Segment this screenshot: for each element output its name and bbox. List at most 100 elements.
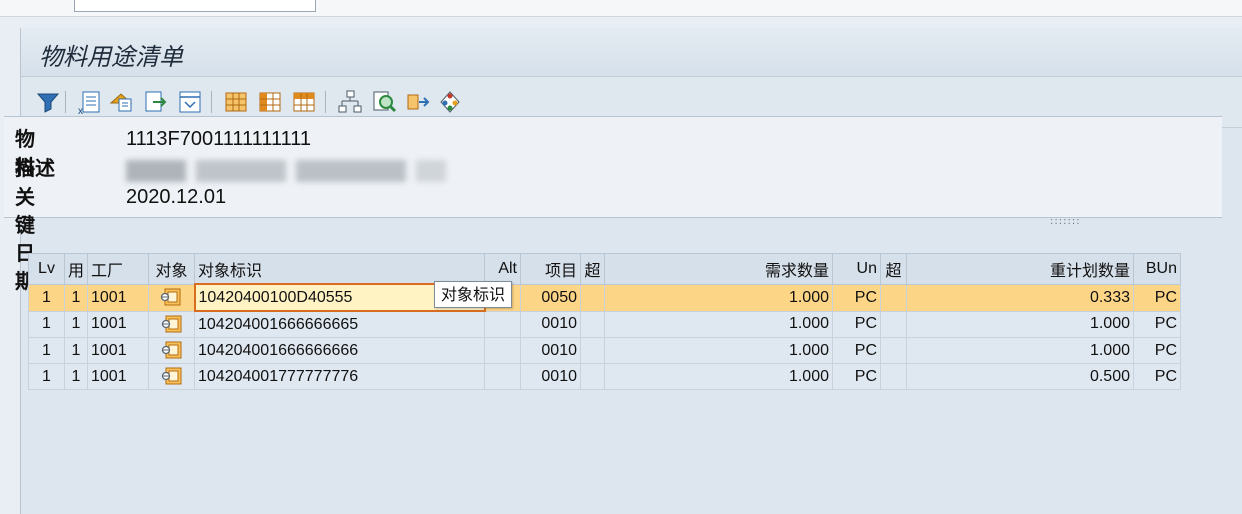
bom-object-icon[interactable] xyxy=(161,341,183,359)
cell-alt[interactable] xyxy=(484,310,521,338)
cell-alt[interactable] xyxy=(484,363,521,390)
cell-object[interactable] xyxy=(148,310,195,338)
cell-over[interactable] xyxy=(580,337,605,364)
cell-object[interactable] xyxy=(148,337,195,364)
cell-over-2[interactable] xyxy=(880,310,907,338)
command-field[interactable] xyxy=(74,0,316,12)
title-bar: 物料用途清单 xyxy=(21,28,1242,77)
column-header-plant[interactable]: 工厂 xyxy=(87,253,149,285)
cell-base-unit[interactable]: PC xyxy=(1133,363,1181,390)
cell-plan-qty[interactable]: 0.333 xyxy=(906,283,1134,312)
cell-object-id[interactable]: 104204001666666666 xyxy=(194,337,485,364)
cell-req-qty[interactable]: 1.000 xyxy=(604,337,833,364)
cell-object-id[interactable]: 104204001666666665 xyxy=(194,310,485,338)
cell-over-2[interactable] xyxy=(880,363,907,390)
cell-base-unit[interactable]: PC xyxy=(1133,283,1181,312)
cell-plan-qty[interactable]: 1.000 xyxy=(906,310,1134,338)
description-label: 描述 xyxy=(15,156,55,180)
column-header-plan-qty[interactable]: 重计划数量 xyxy=(906,253,1134,285)
bom-object-icon[interactable] xyxy=(161,315,183,333)
subtotal-icon[interactable]: x xyxy=(77,89,103,115)
cell-over-2[interactable] xyxy=(880,283,907,312)
cell-plan-qty[interactable]: 1.000 xyxy=(906,337,1134,364)
cell-over[interactable] xyxy=(580,283,605,312)
splitter-handle[interactable]: ::::::: xyxy=(1050,216,1081,227)
transfer-icon[interactable] xyxy=(109,89,135,115)
description-row: 描述 xyxy=(15,154,515,182)
cell-unit[interactable]: PC xyxy=(832,283,881,312)
system-toolbar-strip xyxy=(0,0,1242,17)
description-value-redacted xyxy=(126,160,466,182)
cell-plant[interactable]: 1001 xyxy=(87,283,149,312)
column-header-base-unit[interactable]: BUn xyxy=(1133,253,1181,285)
hierarchy-icon[interactable] xyxy=(337,89,363,115)
export-icon[interactable] xyxy=(143,89,169,115)
material-value: 1113F7001111111111 xyxy=(126,128,311,150)
column-header-req-qty[interactable]: 需求数量 xyxy=(604,253,833,285)
cell-unit[interactable]: PC xyxy=(832,310,881,338)
columns-icon[interactable] xyxy=(257,89,283,115)
cell-object[interactable] xyxy=(148,363,195,390)
cell-unit[interactable]: PC xyxy=(832,337,881,364)
where-used-grid: Lv 用 工厂 对象 对象标识 Alt 项目 超 需求数量 Un 超 重计划数量… xyxy=(28,253,1181,390)
explode-icon[interactable] xyxy=(405,89,431,115)
toolbar-separator xyxy=(325,91,326,113)
column-header-over[interactable]: 超 xyxy=(580,253,605,285)
grid-header-row: Lv 用 工厂 对象 对象标识 Alt 项目 超 需求数量 Un 超 重计划数量… xyxy=(28,253,1181,285)
filter-icon[interactable] xyxy=(35,89,61,115)
cell-use[interactable]: 1 xyxy=(64,337,88,364)
column-header-unit[interactable]: Un xyxy=(832,253,881,285)
cell-item[interactable]: 0050 xyxy=(520,283,581,312)
graphic-icon[interactable] xyxy=(437,89,463,115)
where-used-search-icon[interactable] xyxy=(371,89,397,115)
cell-unit[interactable]: PC xyxy=(832,363,881,390)
column-header-item[interactable]: 项目 xyxy=(520,253,581,285)
cell-alt[interactable] xyxy=(484,337,521,364)
page-title: 物料用途清单 xyxy=(39,43,183,71)
table-row[interactable]: 1 1 1001 104204001777777776 0010 1.000 PC 0.500… xyxy=(28,363,1181,390)
column-header-use[interactable]: 用 xyxy=(64,253,88,285)
keydate-value: 2020.12.01 xyxy=(126,186,227,208)
cell-plant[interactable]: 1001 xyxy=(87,363,149,390)
cell-lv[interactable]: 1 xyxy=(28,337,65,364)
layout-icon[interactable] xyxy=(177,89,203,115)
column-header-object-id[interactable]: 对象标识 xyxy=(194,253,485,285)
toolbar-separator xyxy=(65,91,66,113)
cell-use[interactable]: 1 xyxy=(64,310,88,338)
cell-use[interactable]: 1 xyxy=(64,363,88,390)
object-id-tooltip: 对象标识 xyxy=(434,281,513,308)
cell-lv[interactable]: 1 xyxy=(28,363,65,390)
table-row[interactable]: 1 1 1001 104204001666666665 0010 1.000 PC 1.000… xyxy=(28,310,1181,338)
grid-icon[interactable] xyxy=(223,89,249,115)
column-header-alt[interactable]: Alt xyxy=(484,253,521,285)
cell-use[interactable]: 1 xyxy=(64,283,88,312)
cell-over[interactable] xyxy=(580,310,605,338)
column-header-lv[interactable]: Lv xyxy=(28,253,65,285)
column-header-over-2[interactable]: 超 xyxy=(880,253,907,285)
cell-item[interactable]: 0010 xyxy=(520,337,581,364)
cell-base-unit[interactable]: PC xyxy=(1133,337,1181,364)
cell-item[interactable]: 0010 xyxy=(520,363,581,390)
table-row[interactable]: 1 1 1001 104204001666666666 0010 1.000 PC 1.000… xyxy=(28,337,1181,364)
bom-object-icon[interactable] xyxy=(160,288,182,306)
rows-icon[interactable] xyxy=(291,89,317,115)
cell-over-2[interactable] xyxy=(880,337,907,364)
cell-lv[interactable]: 1 xyxy=(28,310,65,338)
cell-base-unit[interactable]: PC xyxy=(1133,310,1181,338)
column-header-object[interactable]: 对象 xyxy=(148,253,195,285)
cell-object[interactable] xyxy=(148,283,195,312)
bom-object-icon[interactable] xyxy=(161,367,183,385)
cell-req-qty[interactable]: 1.000 xyxy=(604,363,833,390)
cell-item[interactable]: 0010 xyxy=(520,310,581,338)
cell-object-id[interactable]: 104204001777777776 xyxy=(194,363,485,390)
svg-text:x: x xyxy=(78,106,83,115)
cell-plant[interactable]: 1001 xyxy=(87,337,149,364)
table-row[interactable]: 1 1 1001 10420400100D40555 0050 1.000 PC 0.333 P… xyxy=(28,283,1181,312)
cell-req-qty[interactable]: 1.000 xyxy=(604,310,833,338)
cell-plant[interactable]: 1001 xyxy=(87,310,149,338)
material-header-panel: 物料 1113F7001111111111 描述 关键日期 2020.12.01 xyxy=(4,116,1222,293)
cell-over[interactable] xyxy=(580,363,605,390)
cell-lv[interactable]: 1 xyxy=(28,283,65,312)
cell-plan-qty[interactable]: 0.500 xyxy=(906,363,1134,390)
cell-req-qty[interactable]: 1.000 xyxy=(604,283,833,312)
